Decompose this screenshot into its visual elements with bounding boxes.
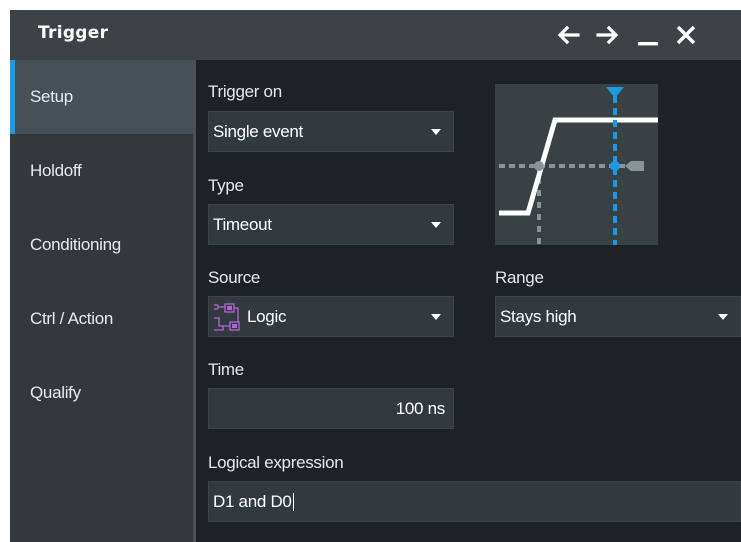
- timeout-trigger-diagram: [495, 84, 658, 245]
- sidebar-item-holdoff[interactable]: Holdoff: [10, 134, 193, 208]
- close-icon[interactable]: [672, 21, 700, 49]
- range-value: Stays high: [500, 306, 577, 326]
- range-select[interactable]: Stays high: [495, 296, 741, 337]
- chevron-down-icon: [718, 314, 728, 320]
- type-select[interactable]: Timeout: [208, 204, 454, 245]
- time-value: 100 ns: [395, 398, 446, 418]
- logical-expression-label: Logical expression: [208, 453, 344, 472]
- type-label: Type: [208, 176, 244, 195]
- active-tab-indicator: [10, 60, 15, 134]
- back-arrow-icon[interactable]: [554, 21, 582, 49]
- source-label: Source: [208, 268, 261, 287]
- trigger-on-select[interactable]: Single event: [208, 111, 454, 152]
- time-label: Time: [208, 360, 244, 379]
- sidebar-item-label: Conditioning: [30, 235, 121, 254]
- sidebar: Setup Holdoff Conditioning Ctrl / Action…: [10, 60, 193, 542]
- title-bar: Trigger: [10, 10, 741, 60]
- trigger-on-label: Trigger on: [208, 82, 282, 101]
- sidebar-item-label: Holdoff: [30, 161, 82, 180]
- sidebar-item-qualify[interactable]: Qualify: [10, 356, 193, 430]
- forward-arrow-icon[interactable]: [594, 21, 622, 49]
- sidebar-item-label: Qualify: [30, 383, 81, 402]
- chevron-down-icon: [431, 222, 441, 228]
- logical-expression-value: D1 and D0: [213, 491, 294, 512]
- type-value: Timeout: [213, 214, 272, 234]
- text-cursor: [292, 493, 294, 512]
- sidebar-item-conditioning[interactable]: Conditioning: [10, 208, 193, 282]
- sidebar-item-label: Ctrl / Action: [30, 309, 114, 328]
- logic-source-icon: [211, 300, 245, 334]
- trigger-dialog: Trigger Setup Holdoff Conditioning Ctrl …: [10, 10, 741, 542]
- range-label: Range: [495, 268, 544, 287]
- sidebar-item-label: Setup: [30, 87, 73, 106]
- time-input[interactable]: 100 ns: [208, 388, 454, 429]
- sidebar-item-ctrl-action[interactable]: Ctrl / Action: [10, 282, 193, 356]
- source-select[interactable]: Logic: [208, 296, 454, 337]
- sidebar-divider: [193, 60, 196, 542]
- chevron-down-icon: [431, 314, 441, 320]
- minimize-icon[interactable]: [634, 21, 662, 49]
- dialog-title: Trigger: [38, 23, 109, 43]
- source-value: Logic: [247, 307, 287, 326]
- sidebar-item-setup[interactable]: Setup: [10, 60, 193, 134]
- trigger-on-value: Single event: [213, 121, 303, 141]
- logical-expression-input[interactable]: D1 and D0: [208, 481, 741, 522]
- chevron-down-icon: [431, 129, 441, 135]
